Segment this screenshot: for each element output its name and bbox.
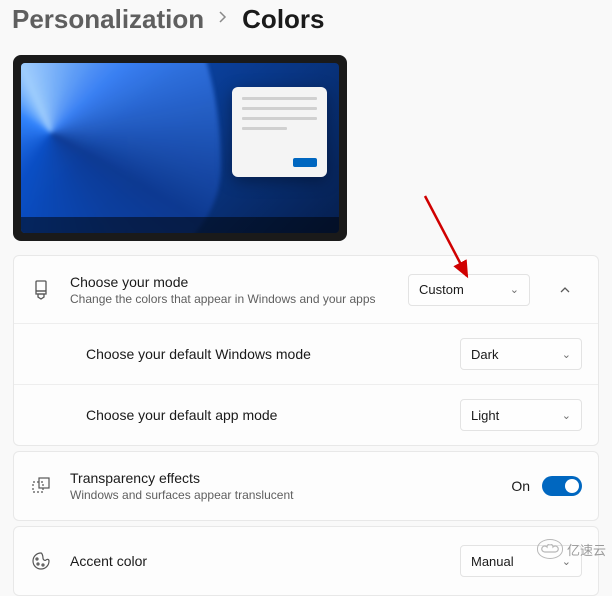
breadcrumb-current: Colors	[242, 4, 324, 35]
taskbar-preview	[21, 217, 339, 233]
app-mode-value: Light	[471, 408, 499, 423]
accent-section: Accent color Manual ⌄	[13, 526, 599, 596]
accent-title: Accent color	[70, 553, 442, 569]
transparency-title: Transparency effects	[70, 470, 493, 486]
collapse-button[interactable]	[548, 273, 582, 307]
theme-preview	[13, 55, 347, 241]
choose-mode-row: Choose your mode Change the colors that …	[14, 256, 598, 324]
watermark: 亿速云	[537, 539, 606, 559]
transparency-toggle[interactable]	[542, 476, 582, 496]
choose-mode-subtitle: Change the colors that appear in Windows…	[70, 292, 390, 306]
app-mode-label: Choose your default app mode	[86, 407, 442, 423]
window-preview	[232, 87, 327, 177]
app-mode-row: Choose your default app mode Light ⌄	[14, 385, 598, 445]
windows-mode-dropdown[interactable]: Dark ⌄	[460, 338, 582, 370]
cloud-icon	[537, 539, 563, 559]
chevron-down-icon: ⌄	[562, 409, 571, 422]
mode-section: Choose your mode Change the colors that …	[13, 255, 599, 446]
windows-mode-row: Choose your default Windows mode Dark ⌄	[14, 324, 598, 385]
transparency-row: Transparency effects Windows and surface…	[14, 452, 598, 520]
choose-mode-title: Choose your mode	[70, 274, 390, 290]
wallpaper-preview	[21, 63, 339, 233]
mode-dropdown-value: Custom	[419, 282, 464, 297]
breadcrumb: Personalization Colors	[0, 0, 612, 55]
chevron-down-icon: ⌄	[562, 348, 571, 361]
chevron-right-icon	[218, 10, 228, 29]
app-mode-dropdown[interactable]: Light ⌄	[460, 399, 582, 431]
accent-row: Accent color Manual ⌄	[14, 527, 598, 595]
transparency-section: Transparency effects Windows and surface…	[13, 451, 599, 521]
breadcrumb-parent[interactable]: Personalization	[12, 4, 204, 35]
transparency-icon	[30, 475, 52, 497]
brush-icon	[30, 279, 52, 301]
mode-dropdown[interactable]: Custom ⌄	[408, 274, 530, 306]
transparency-subtitle: Windows and surfaces appear translucent	[70, 488, 493, 502]
windows-mode-label: Choose your default Windows mode	[86, 346, 442, 362]
transparency-state-label: On	[511, 478, 530, 494]
watermark-text: 亿速云	[567, 540, 606, 559]
chevron-down-icon: ⌄	[510, 283, 519, 296]
windows-mode-value: Dark	[471, 347, 498, 362]
accent-value: Manual	[471, 554, 514, 569]
